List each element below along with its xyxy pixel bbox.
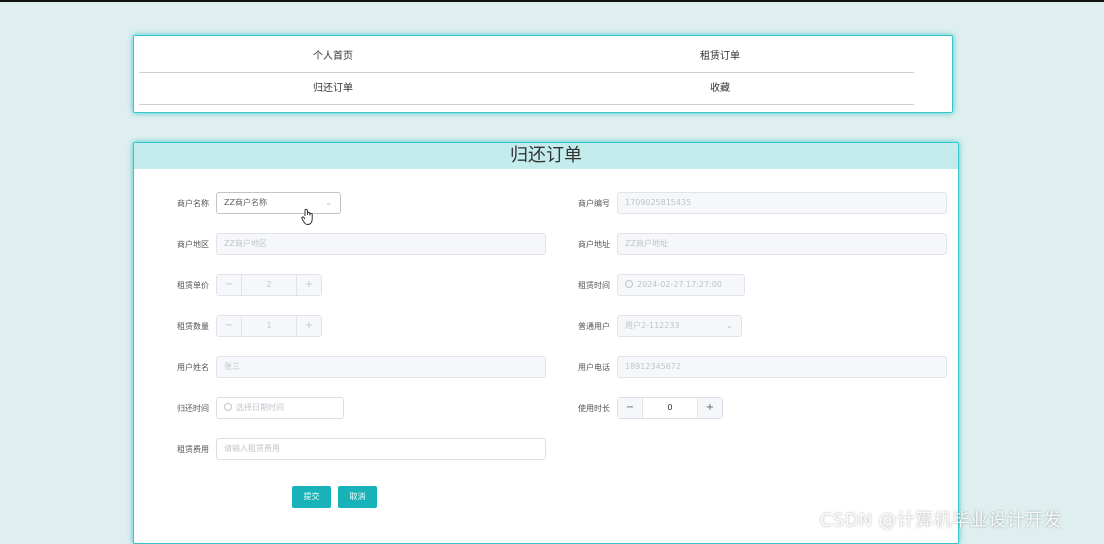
submit-button[interactable]: 提交 xyxy=(292,486,331,508)
increase-button[interactable]: + xyxy=(296,275,321,295)
chevron-down-icon: ⌄ xyxy=(325,198,332,207)
clock-icon xyxy=(625,280,633,288)
return-time-label: 归还时间 xyxy=(177,404,209,413)
quantity-stepper[interactable]: − 1 + xyxy=(216,315,322,337)
watermark: CSDN @计算机毕业设计开发 xyxy=(820,510,1062,531)
rent-time-label: 租赁时间 xyxy=(578,281,610,290)
increase-button[interactable]: + xyxy=(697,398,722,418)
merchant-address-label: 商户地址 xyxy=(578,240,610,249)
use-duration-label: 使用时长 xyxy=(578,404,610,413)
hand-cursor-icon xyxy=(301,208,313,225)
merchant-address-value: ZZ商户地址 xyxy=(625,239,668,248)
chevron-down-icon: ⌄ xyxy=(726,321,733,330)
use-duration-stepper[interactable]: − 0 + xyxy=(617,397,723,419)
normal-user-label: 普通用户 xyxy=(578,322,610,331)
clock-icon xyxy=(224,403,232,411)
nav-item-return-orders[interactable]: 归还订单 xyxy=(139,74,527,105)
normal-user-value: 用户2-112233 xyxy=(625,321,680,330)
user-name-label: 用户姓名 xyxy=(177,363,209,372)
merchant-region-value: ZZ商户地区 xyxy=(224,239,267,248)
nav-item-home[interactable]: 个人首页 xyxy=(139,42,527,73)
merchant-no-value: 1709025815435 xyxy=(625,198,692,207)
merchant-no-label: 商户编号 xyxy=(578,199,610,208)
user-nav-card: 个人首页 租赁订单 归还订单 收藏 xyxy=(133,35,953,113)
user-name-input[interactable]: 张三 xyxy=(216,356,546,378)
user-phone-label: 用户电话 xyxy=(578,363,610,372)
cancel-button[interactable]: 取消 xyxy=(338,486,377,508)
unit-price-stepper[interactable]: − 2 + xyxy=(216,274,322,296)
quantity-label: 租赁数量 xyxy=(177,322,209,331)
nav-item-rent-orders[interactable]: 租赁订单 xyxy=(526,42,914,73)
normal-user-select[interactable]: 用户2-112233 ⌄ xyxy=(617,315,742,337)
decrease-button[interactable]: − xyxy=(217,275,242,295)
use-duration-value: 0 xyxy=(667,403,673,412)
fee-input[interactable]: 请输入租赁费用 xyxy=(216,438,546,460)
merchant-address-input[interactable]: ZZ商户地址 xyxy=(617,233,947,255)
merchant-no-input[interactable]: 1709025815435 xyxy=(617,192,947,214)
merchant-name-label: 商户名称 xyxy=(177,199,209,208)
merchant-region-input[interactable]: ZZ商户地区 xyxy=(216,233,546,255)
return-time-picker[interactable]: 选择日期时间 xyxy=(216,397,344,419)
nav-item-favorites[interactable]: 收藏 xyxy=(526,74,914,105)
merchant-name-value: ZZ商户名称 xyxy=(224,198,267,207)
rent-time-value: 2024-02-27 17:27:00 xyxy=(637,280,722,289)
unit-price-label: 租赁单价 xyxy=(177,281,209,290)
top-edge xyxy=(0,0,1104,2)
fee-label: 租赁费用 xyxy=(177,445,209,454)
quantity-value: 1 xyxy=(266,321,272,330)
return-time-placeholder: 选择日期时间 xyxy=(236,403,284,412)
decrease-button[interactable]: − xyxy=(217,316,242,336)
merchant-name-select[interactable]: ZZ商户名称 ⌄ xyxy=(216,192,341,214)
user-name-value: 张三 xyxy=(224,362,240,371)
form-title: 归还订单 xyxy=(134,143,958,169)
merchant-region-label: 商户地区 xyxy=(177,240,209,249)
unit-price-value: 2 xyxy=(266,280,272,289)
return-order-form: 归还订单 商户名称 ZZ商户名称 ⌄ 商户编号 1709025815435 商户… xyxy=(133,142,959,544)
user-phone-input[interactable]: 18912345672 xyxy=(617,356,947,378)
user-phone-value: 18912345672 xyxy=(625,362,681,371)
fee-placeholder: 请输入租赁费用 xyxy=(224,444,280,453)
increase-button[interactable]: + xyxy=(296,316,321,336)
decrease-button[interactable]: − xyxy=(618,398,643,418)
rent-time-picker[interactable]: 2024-02-27 17:27:00 xyxy=(617,274,745,296)
